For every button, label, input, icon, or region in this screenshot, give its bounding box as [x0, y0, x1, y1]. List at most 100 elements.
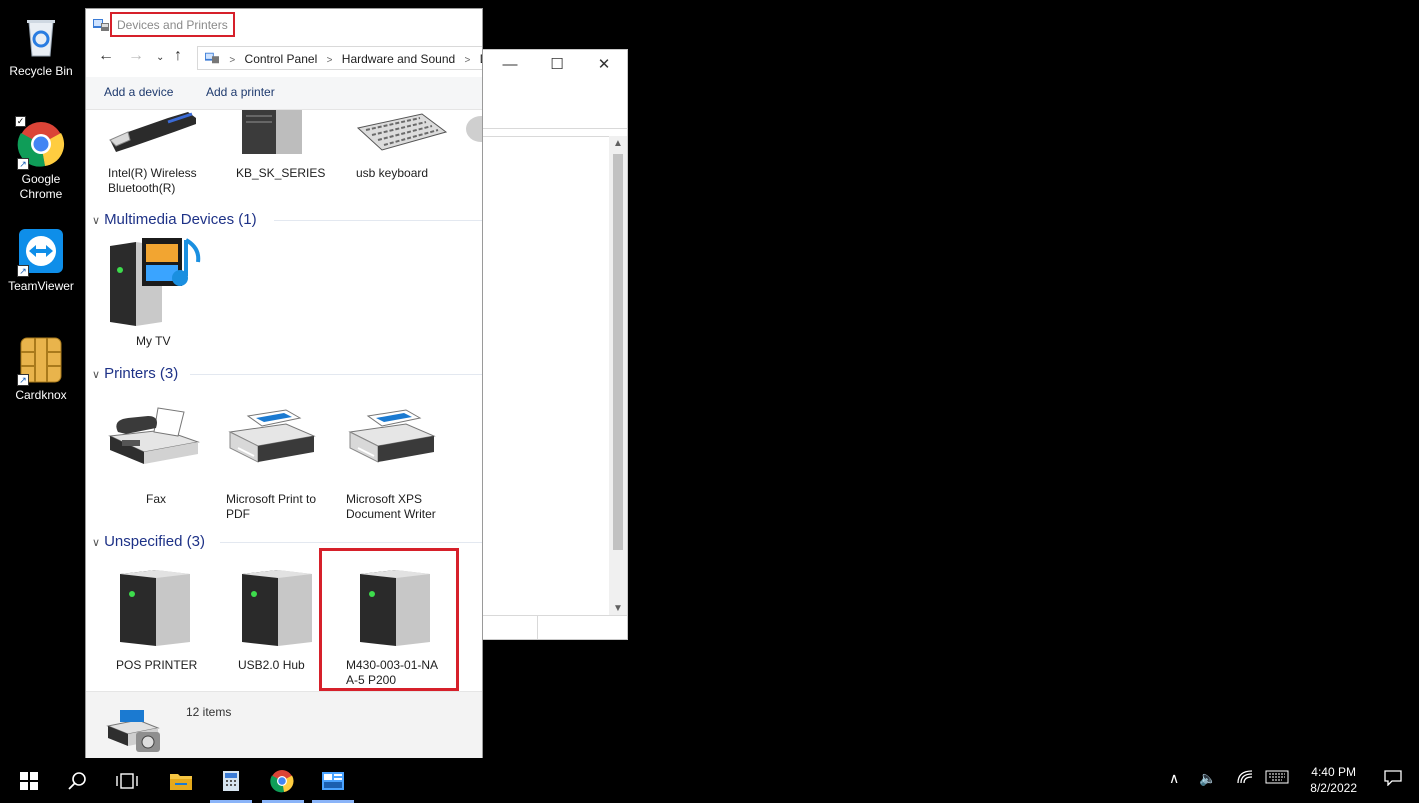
scroll-up-icon[interactable]: ▲	[609, 138, 627, 149]
clock-time: 4:40 PM	[1311, 765, 1356, 779]
group-header-multimedia[interactable]: ∨ Multimedia Devices (1)	[92, 211, 257, 228]
scrollbar-thumb[interactable]	[613, 154, 623, 550]
collapse-chevron-icon[interactable]: ∨	[92, 536, 100, 549]
desktop-icon-google-chrome[interactable]: ↗ ✓ Google Chrome	[4, 116, 78, 202]
group-title: Unspecified (3)	[104, 533, 205, 550]
address-bar[interactable]: > Control Panel > Hardware and Sound > D	[197, 46, 482, 70]
breadcrumb-devices-and-printers[interactable]: D	[480, 52, 482, 66]
control-panel-icon	[205, 52, 219, 64]
shortcut-arrow-icon: ↗	[17, 158, 29, 170]
device-item[interactable]: My TV	[106, 232, 216, 349]
device-label: KB_SK_SERIES	[236, 166, 326, 180]
divider	[481, 615, 627, 616]
control-panel-taskbar-button[interactable]	[318, 766, 348, 796]
group-divider	[274, 220, 482, 221]
printer-icon	[348, 409, 436, 463]
shortcut-arrow-icon: ↗	[17, 265, 29, 277]
shortcut-arrow-icon: ↗	[17, 374, 29, 386]
printer-icon	[228, 409, 316, 463]
add-printer-button[interactable]: Add a printer	[206, 85, 275, 99]
breadcrumb-control-panel[interactable]: Control Panel	[245, 52, 318, 66]
device-label: Microsoft XPS Document Writer	[346, 492, 436, 521]
breadcrumb-separator-icon: >	[229, 55, 236, 66]
add-device-button[interactable]: Add a device	[104, 85, 173, 99]
collapse-chevron-icon[interactable]: ∨	[92, 214, 100, 227]
task-view-icon	[116, 773, 138, 789]
forward-arrow-icon[interactable]: →	[128, 47, 144, 65]
device-item[interactable]: Microsoft XPS Document Writer	[346, 402, 450, 522]
partial-device-icon	[466, 116, 482, 142]
up-arrow-icon[interactable]: ↑	[174, 47, 182, 65]
background-window[interactable]: — ☐ ✕ ▲ ▼	[480, 49, 628, 640]
media-device-icon	[110, 238, 201, 326]
device-label: usb keyboard	[356, 166, 429, 180]
device-item[interactable]: usb keyboard	[356, 110, 456, 181]
device-label: Fax	[146, 492, 167, 506]
system-tray: ∧ 🔈 4:40 PM 8/2/2022	[1119, 758, 1419, 803]
recent-locations-chevron-icon[interactable]: ⌄	[156, 52, 164, 63]
vertical-scrollbar[interactable]: ▲ ▼	[609, 136, 627, 616]
search-icon	[68, 772, 86, 790]
divider	[481, 128, 627, 129]
desktop: Recycle Bin ↗ ✓ Google Chrome ↗ TeamView	[0, 0, 1419, 803]
search-button[interactable]	[62, 766, 92, 796]
details-pane: 12 items	[86, 691, 482, 761]
device-item[interactable]: Microsoft Print to PDF	[226, 402, 330, 522]
notifications-icon[interactable]	[1384, 770, 1402, 789]
group-header-unspecified[interactable]: ∨ Unspecified (3)	[92, 533, 205, 550]
breadcrumb-separator-icon: >	[464, 55, 471, 66]
breadcrumb-separator-icon: >	[326, 55, 333, 66]
group-title: Multimedia Devices (1)	[104, 211, 257, 228]
desktop-icon-label: Recycle Bin	[9, 64, 73, 78]
generic-device-icon	[242, 570, 312, 646]
group-header-printers[interactable]: ∨ Printers (3)	[92, 365, 178, 382]
scroll-down-icon[interactable]: ▼	[609, 603, 627, 614]
breadcrumb-hardware-and-sound[interactable]: Hardware and Sound	[342, 52, 455, 66]
volume-icon[interactable]: 🔈	[1199, 770, 1216, 787]
group-title: Printers (3)	[104, 365, 179, 382]
devices-printers-large-icon	[106, 710, 160, 752]
item-count: 12 items	[186, 705, 232, 719]
chrome-icon: ↗ ✓	[15, 116, 65, 170]
clock-date: 8/2/2022	[1310, 781, 1357, 795]
keyboard-layout-icon[interactable]	[1265, 770, 1289, 787]
start-button[interactable]	[14, 766, 44, 796]
minimize-icon[interactable]: —	[495, 54, 525, 76]
device-item[interactable]: USB2.0 Hub	[238, 564, 328, 673]
title-bar[interactable]: Devices and Printers	[86, 9, 482, 41]
computer-tower-icon	[242, 110, 302, 154]
file-explorer-taskbar-button[interactable]	[166, 766, 196, 796]
task-view-button[interactable]	[112, 766, 142, 796]
generic-device-icon	[120, 570, 190, 646]
calculator-taskbar-button[interactable]	[216, 766, 246, 796]
device-item[interactable]: KB_SK_SERIES	[236, 110, 336, 181]
devices-printers-icon	[93, 19, 109, 31]
device-item[interactable]: POS PRINTER	[116, 564, 206, 673]
divider	[481, 136, 627, 137]
chip-card-icon: ↗	[17, 336, 65, 386]
usb-dongle-icon	[109, 112, 196, 152]
network-icon[interactable]	[1237, 770, 1253, 787]
chrome-taskbar-button[interactable]	[267, 766, 297, 796]
device-item[interactable]: Intel(R) Wireless Bluetooth(R)	[108, 110, 208, 196]
fax-icon	[108, 407, 200, 464]
desktop-icon-teamviewer[interactable]: ↗ TeamViewer	[4, 227, 78, 294]
group-divider	[190, 374, 482, 375]
device-item[interactable]: Fax	[108, 402, 208, 507]
keyboard-icon	[356, 113, 448, 151]
windows-logo-icon	[20, 772, 38, 790]
maximize-icon[interactable]: ☐	[542, 54, 572, 76]
divider	[537, 615, 538, 639]
close-icon[interactable]: ✕	[589, 54, 619, 76]
desktop-icon-recycle-bin[interactable]: Recycle Bin	[4, 12, 78, 79]
back-arrow-icon[interactable]: ←	[98, 47, 114, 65]
chrome-icon	[270, 770, 294, 793]
device-label: My TV	[136, 334, 171, 348]
folder-icon	[170, 774, 192, 790]
desktop-icon-cardknox[interactable]: ↗ Cardknox	[4, 336, 78, 403]
clock[interactable]: 4:40 PM 8/2/2022	[1310, 764, 1357, 796]
checkbox-icon: ✓	[15, 116, 26, 127]
show-hidden-icons-chevron-icon[interactable]: ∧	[1169, 770, 1179, 787]
group-divider	[220, 542, 482, 543]
collapse-chevron-icon[interactable]: ∨	[92, 368, 100, 381]
